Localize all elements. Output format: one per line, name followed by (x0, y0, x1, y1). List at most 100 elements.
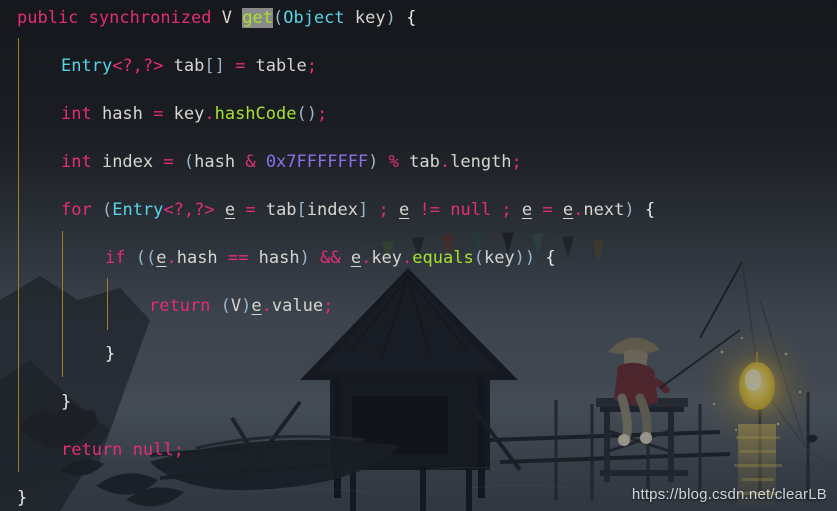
code-token: hash (176, 248, 228, 268)
code-token: && (320, 248, 341, 268)
code-token: ) (624, 200, 635, 220)
code-line[interactable]: for (Entry<?,?> e = tab[index] ; e != nu… (0, 186, 837, 234)
code-token: next (583, 200, 625, 220)
code-content-area[interactable]: public synchronized V get(Object key) {E… (0, 0, 837, 511)
code-token: ( (220, 296, 231, 316)
code-token: ; (306, 56, 317, 76)
code-line[interactable]: int index = (hash & 0x7FFFFFFF) % tab.le… (0, 138, 837, 186)
code-token: int (61, 152, 92, 172)
code-token: )) (514, 248, 536, 268)
code-token: = (542, 200, 553, 220)
code-token: ; (323, 296, 334, 316)
code-token: ; (511, 152, 522, 172)
code-token-underlined[interactable]: e (225, 200, 235, 220)
code-token: ] (357, 200, 369, 220)
code-token: Object (283, 8, 345, 28)
code-token: . (573, 200, 584, 220)
code-line[interactable]: public synchronized V get(Object key) { (0, 0, 837, 42)
code-token: = (153, 104, 164, 124)
code-line[interactable]: } (0, 330, 837, 378)
code-token: ; (173, 440, 184, 460)
code-token-underlined[interactable]: e (251, 296, 261, 316)
code-token: } (17, 488, 28, 508)
selected-token[interactable]: get (242, 8, 273, 28)
code-token: { (406, 8, 417, 28)
code-token: . (439, 152, 451, 172)
code-token: . (166, 248, 177, 268)
code-token: key (371, 248, 403, 268)
code-line[interactable]: if ((e.hash == hash) && e.key.equals(key… (0, 234, 837, 282)
code-token: { (545, 248, 556, 268)
code-line[interactable]: return (V)e.value; (0, 282, 837, 330)
code-line[interactable]: int hash = key.hashCode(); (0, 90, 837, 138)
code-line[interactable]: Entry<?,?> tab[] = table; (0, 42, 837, 90)
code-token-underlined[interactable]: e (399, 200, 409, 220)
code-token: tab (255, 200, 297, 220)
code-token: value (271, 296, 324, 316)
code-token-underlined[interactable]: e (156, 248, 166, 268)
code-token: equals (412, 248, 474, 268)
code-token: } (61, 392, 72, 412)
code-token: = (163, 152, 174, 172)
code-token: return (149, 296, 211, 316)
code-token: ) (299, 248, 310, 268)
code-token: . (402, 248, 413, 268)
code-token: tab (398, 152, 440, 172)
code-token: table (245, 56, 307, 76)
code-token: null (132, 440, 174, 460)
code-token: = (235, 56, 246, 76)
code-token: . (361, 248, 372, 268)
code-token: ( (183, 152, 195, 172)
code-token: ) (368, 152, 379, 172)
code-token: ) (241, 296, 252, 316)
code-token: public (17, 8, 79, 28)
code-token: key (344, 8, 386, 28)
code-token: int (61, 104, 92, 124)
code-token: length (450, 152, 512, 172)
code-token-underlined[interactable]: e (522, 200, 532, 220)
code-token: index (91, 152, 164, 172)
code-token: key (163, 104, 205, 124)
code-token: synchronized (88, 8, 212, 28)
code-token: ) (385, 8, 396, 28)
code-token: Entry (61, 56, 113, 76)
code-token: hash (91, 104, 154, 124)
code-token-underlined[interactable]: e (563, 200, 573, 220)
code-token: ( (473, 248, 484, 268)
code-token: null (450, 200, 492, 220)
code-token: () (296, 104, 317, 124)
code-token-underlined[interactable]: e (351, 248, 361, 268)
code-token: ; (501, 200, 512, 220)
code-token: [] (204, 56, 225, 76)
code-token: hash (194, 152, 246, 172)
code-token: % (388, 152, 399, 172)
code-token: == (227, 248, 249, 268)
code-token: tab (163, 56, 205, 76)
code-line[interactable]: return null; (0, 426, 837, 474)
code-token: 0x7FFFFFFF (265, 152, 369, 172)
code-token: ; (316, 104, 328, 124)
code-token: & (245, 152, 256, 172)
code-token: ( (101, 200, 113, 220)
code-line[interactable]: } (0, 378, 837, 426)
code-token: for (61, 200, 92, 220)
code-token: } (105, 344, 116, 364)
